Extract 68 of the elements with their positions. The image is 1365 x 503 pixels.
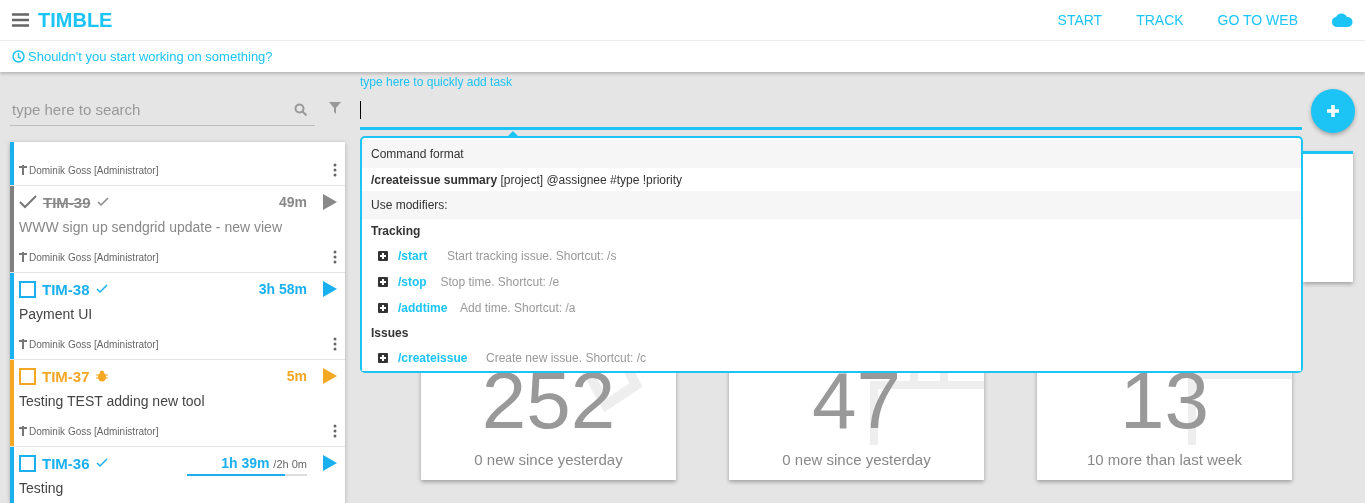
- quick-add-label: type here to quickly add task: [360, 75, 514, 89]
- task-time: 3h 58m: [258, 281, 307, 297]
- command-description: Stop time. Shortcut: /e: [440, 275, 560, 289]
- checkbox[interactable]: [19, 454, 36, 472]
- task-card[interactable]: Dominik Goss [Administrator]: [10, 142, 345, 186]
- task-id[interactable]: TIM-36: [42, 454, 90, 472]
- plus-square-icon: [378, 353, 388, 363]
- task-time: 49m: [278, 194, 307, 210]
- plus-square-icon: [378, 277, 388, 287]
- plus-square-icon: [378, 303, 388, 313]
- stat-caption: 0 new since yesterday: [474, 451, 623, 468]
- stat-value: 13: [1120, 361, 1209, 441]
- task-author: Dominik Goss [Administrator]: [29, 164, 159, 176]
- task-title: Testing: [19, 480, 65, 496]
- command-name[interactable]: /addtime: [398, 301, 450, 315]
- section-title: Issues: [371, 326, 409, 340]
- command-description: Add time. Shortcut: /a: [460, 301, 576, 315]
- plus-square-icon: [378, 251, 388, 261]
- app-title: TIMBLE: [38, 8, 113, 32]
- more-icon[interactable]: [333, 337, 337, 351]
- more-icon[interactable]: [333, 163, 337, 177]
- check-icon[interactable]: [19, 195, 37, 209]
- stat-caption: 10 more than last week: [1086, 451, 1243, 468]
- cloud-icon[interactable]: [1332, 13, 1353, 27]
- play-icon[interactable]: [323, 194, 337, 210]
- command-name[interactable]: /start: [398, 249, 437, 263]
- checkbox[interactable]: [19, 367, 36, 385]
- popup-heading: Command format: [371, 147, 464, 161]
- task-time: 1h 39m /2h 0m: [221, 455, 307, 471]
- notice-text[interactable]: Shouldn't you start working on something?: [28, 49, 273, 64]
- task-id[interactable]: TIM-38: [42, 280, 90, 298]
- task-card[interactable]: TIM-36 1h 39m /2h 0m Testing: [10, 447, 345, 503]
- task-author: Dominik Goss [Administrator]: [29, 338, 159, 350]
- task-id[interactable]: TIM-39: [43, 193, 91, 211]
- command-name[interactable]: /createissue: [398, 351, 476, 365]
- clock-icon: [12, 50, 25, 63]
- more-icon[interactable]: [333, 250, 337, 264]
- command-name[interactable]: /stop: [398, 275, 431, 289]
- stat-caption: 0 new since yesterday: [782, 451, 931, 468]
- task-card[interactable]: TIM-38 3h 58m Payment UI Dominik Goss [Administrator]: [10, 273, 345, 360]
- search-field[interactable]: type here to search: [10, 99, 294, 119]
- task-title: WWW sign up sendgrid update - new view: [19, 219, 283, 235]
- section-title: Tracking: [371, 224, 421, 238]
- filter-icon[interactable]: [329, 102, 341, 114]
- task-author: Dominik Goss [Administrator]: [29, 251, 159, 263]
- nav-link[interactable]: GO TO WEB: [1217, 12, 1298, 28]
- play-icon[interactable]: [323, 281, 337, 297]
- search-icon[interactable]: [294, 102, 307, 116]
- task-title: Payment UI: [19, 306, 94, 322]
- popup-heading: Use modifiers:: [371, 198, 448, 212]
- play-icon[interactable]: [323, 368, 337, 384]
- task-author: Dominik Goss [Administrator]: [29, 425, 159, 437]
- stat-value: 47: [812, 361, 901, 441]
- task-card[interactable]: TIM-37 5m Testing TEST adding new tool Dominik Goss [Administrator]: [10, 360, 345, 447]
- task-title: Testing TEST adding new tool: [19, 393, 206, 409]
- command-description: Start tracking issue. Shortcut: /s: [447, 249, 617, 263]
- play-icon[interactable]: [323, 455, 337, 471]
- checkbox[interactable]: [19, 280, 36, 298]
- command-format: /createissue summary [project] @assignee #type !priority: [371, 172, 682, 187]
- nav-link[interactable]: START: [1057, 12, 1103, 28]
- more-icon[interactable]: [333, 424, 337, 438]
- plus-icon: [1327, 105, 1339, 117]
- task-card[interactable]: TIM-39 49m WWW sign up sendgrid update - new view Dominik Goss [Administrator]: [10, 186, 345, 273]
- nav-link[interactable]: TRACK: [1136, 12, 1184, 28]
- add-button[interactable]: [1311, 89, 1355, 133]
- task-id[interactable]: TIM-37: [42, 367, 90, 385]
- menu-icon[interactable]: [12, 13, 29, 27]
- task-time: 5m: [286, 368, 307, 384]
